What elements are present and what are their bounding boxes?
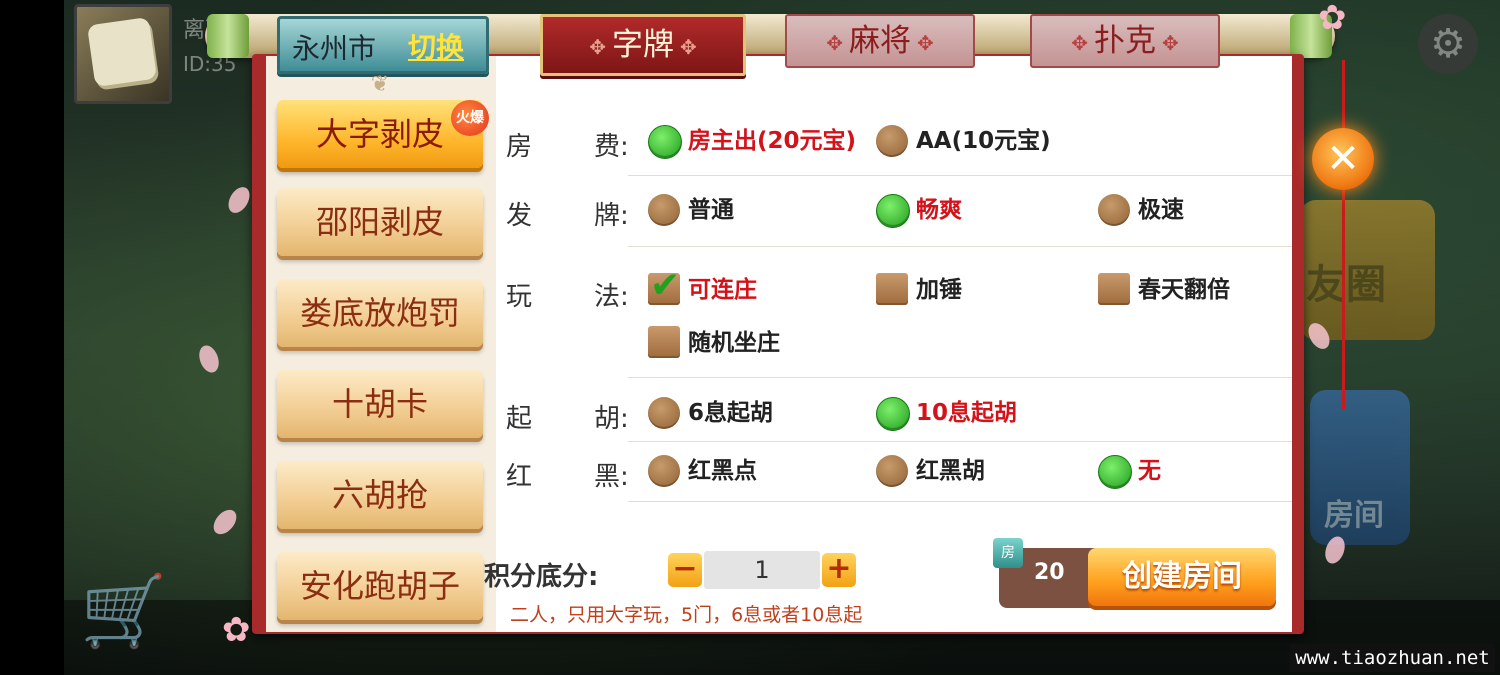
ornament-icon: ✥ <box>680 34 697 59</box>
option-label: 房主出(20元宝) <box>688 128 857 154</box>
room-card-label: 房间 <box>1324 498 1384 533</box>
tab-zipai[interactable]: ✥ 字牌 ✥ <box>540 14 746 76</box>
avatar[interactable] <box>74 4 172 104</box>
row-divider <box>628 175 1292 176</box>
radio-selected <box>876 194 910 228</box>
scroll-rod-end-left <box>207 14 249 58</box>
radio-selected <box>1098 455 1132 489</box>
flower-icon: ✿ <box>1318 0 1347 38</box>
close-icon[interactable]: ✕ <box>1312 128 1374 190</box>
radio <box>648 455 680 487</box>
room-card[interactable]: 房间 <box>1310 390 1410 545</box>
room-cost-amount: 20 <box>1034 560 1065 585</box>
option-label: 红黑胡 <box>916 458 985 484</box>
option-label: 春天翻倍 <box>1138 277 1230 303</box>
row-divider <box>628 246 1292 247</box>
hot-badge: 火爆 <box>451 100 489 136</box>
game-item-liuhuqiang[interactable]: 六胡抢 <box>277 461 483 529</box>
option-label: AA(10元宝) <box>916 128 1051 154</box>
option-label: 6息起胡 <box>688 400 774 426</box>
row-divider <box>628 441 1292 442</box>
label-char: 牌: <box>594 201 629 231</box>
row-divider <box>628 377 1292 378</box>
option-label: 加锤 <box>916 277 962 303</box>
city-name: 永州市 <box>292 32 377 65</box>
label-char: 玩 <box>506 282 533 312</box>
label-char: 起 <box>506 404 533 434</box>
tab-mahjong[interactable]: ✥ 麻将 ✥ <box>785 14 975 68</box>
game-item-shihuka[interactable]: 十胡卡 <box>277 370 483 438</box>
ornament-icon: ✥ <box>589 34 606 59</box>
label-char: 黑: <box>594 462 629 492</box>
mahjong-tile-avatar <box>86 16 158 88</box>
ornament-icon: ✥ <box>826 30 843 55</box>
hanging-string <box>1342 60 1345 410</box>
city-selector: 永州市 切换 <box>277 16 489 74</box>
option-label: 普通 <box>688 197 734 223</box>
game-item-loudi-fangpaofa[interactable]: 娄底放炮罚 <box>277 279 483 347</box>
option-label: 可连庄 <box>688 277 757 303</box>
room-card-icon: 房 <box>993 538 1023 568</box>
radio <box>876 455 908 487</box>
checkbox <box>1098 273 1130 305</box>
option-label: 随机坐庄 <box>688 330 780 356</box>
game-description: 二人，只用大字玩，5门，6息或者10息起 <box>510 604 863 626</box>
option-label: 无 <box>1138 458 1161 484</box>
label-char: 房 <box>506 132 533 162</box>
label-char: 发 <box>506 201 533 231</box>
gear-icon[interactable]: ⚙ <box>1418 14 1478 74</box>
ornament-icon: ✥ <box>1162 30 1179 55</box>
checkbox <box>876 273 908 305</box>
friends-circle-label: 友圈 <box>1306 262 1386 308</box>
score-label: 积分底分: <box>484 562 599 592</box>
option-label: 极速 <box>1138 197 1184 223</box>
option-label: 畅爽 <box>916 197 962 223</box>
radio <box>876 125 908 157</box>
score-minus-button[interactable]: − <box>668 553 702 587</box>
radio-selected <box>648 125 682 159</box>
radio <box>648 397 680 429</box>
label-char: 胡: <box>594 404 629 434</box>
tab-poker[interactable]: ✥ 扑克 ✥ <box>1030 14 1220 68</box>
left-black-strip <box>0 0 64 675</box>
option-label: 红黑点 <box>688 458 757 484</box>
city-switch-link[interactable]: 切换 <box>408 26 464 66</box>
watermark: www.tiaozhuan.net <box>1290 644 1495 672</box>
radio <box>648 194 680 226</box>
label-char: 红 <box>506 462 533 492</box>
row-divider <box>628 501 1292 502</box>
option-label: 10息起胡 <box>916 400 1018 426</box>
ornament-icon: ✥ <box>1071 30 1088 55</box>
ornament-icon: ✥ <box>917 30 934 55</box>
tab-label: 麻将 <box>849 23 911 59</box>
label-char: 费: <box>594 132 629 162</box>
shop-cart-icon[interactable]: 🛒 <box>80 570 190 660</box>
score-value: 1 <box>704 551 820 589</box>
friends-circle-card[interactable]: 友圈 <box>1300 200 1435 340</box>
radio-selected <box>876 397 910 431</box>
flower-icon: ✿ <box>222 610 251 650</box>
radio <box>1098 194 1130 226</box>
create-room-button[interactable]: 创建房间 <box>1088 548 1276 606</box>
game-item-anhua-paohuzi[interactable]: 安化跑胡子 <box>277 552 483 620</box>
checkbox <box>648 326 680 358</box>
score-plus-button[interactable]: + <box>822 553 856 587</box>
tab-label: 字牌 <box>612 27 674 63</box>
label-char: 法: <box>594 282 629 312</box>
ornament-icon: ❦ <box>370 72 390 97</box>
tab-label: 扑克 <box>1094 23 1156 59</box>
check-icon: ✔ <box>650 265 681 306</box>
game-item-shaoyang-bopi[interactable]: 邵阳剥皮 <box>277 188 483 256</box>
